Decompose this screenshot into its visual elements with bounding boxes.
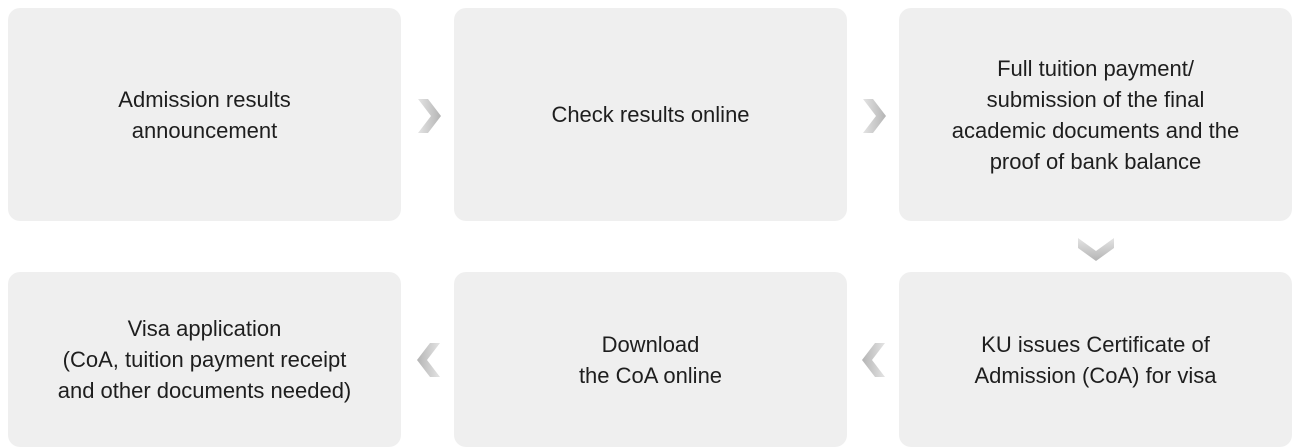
chevron-right-icon [416,99,442,133]
step-admission-results: Admission results announcement [8,8,401,221]
chevron-left-icon [861,343,887,377]
step-label: Download the CoA online [578,331,723,388]
chevron-down-icon [1078,236,1114,262]
step-download-coa: Download the CoA online [454,272,847,447]
step-label: Full tuition payment/ submission of the … [951,55,1240,174]
step-check-results: Check results online [454,8,847,221]
step-visa-application: Visa application (CoA, tuition payment r… [8,272,401,447]
step-tuition-payment: Full tuition payment/ submission of the … [899,8,1292,221]
step-label: Check results online [551,102,750,127]
chevron-right-icon [861,99,887,133]
chevron-left-icon [416,343,442,377]
step-label: KU issues Certificate of Admission (CoA)… [974,331,1217,388]
step-label: Admission results announcement [118,86,291,143]
step-ku-issues-coa: KU issues Certificate of Admission (CoA)… [899,272,1292,447]
step-label: Visa application (CoA, tuition payment r… [57,316,352,403]
